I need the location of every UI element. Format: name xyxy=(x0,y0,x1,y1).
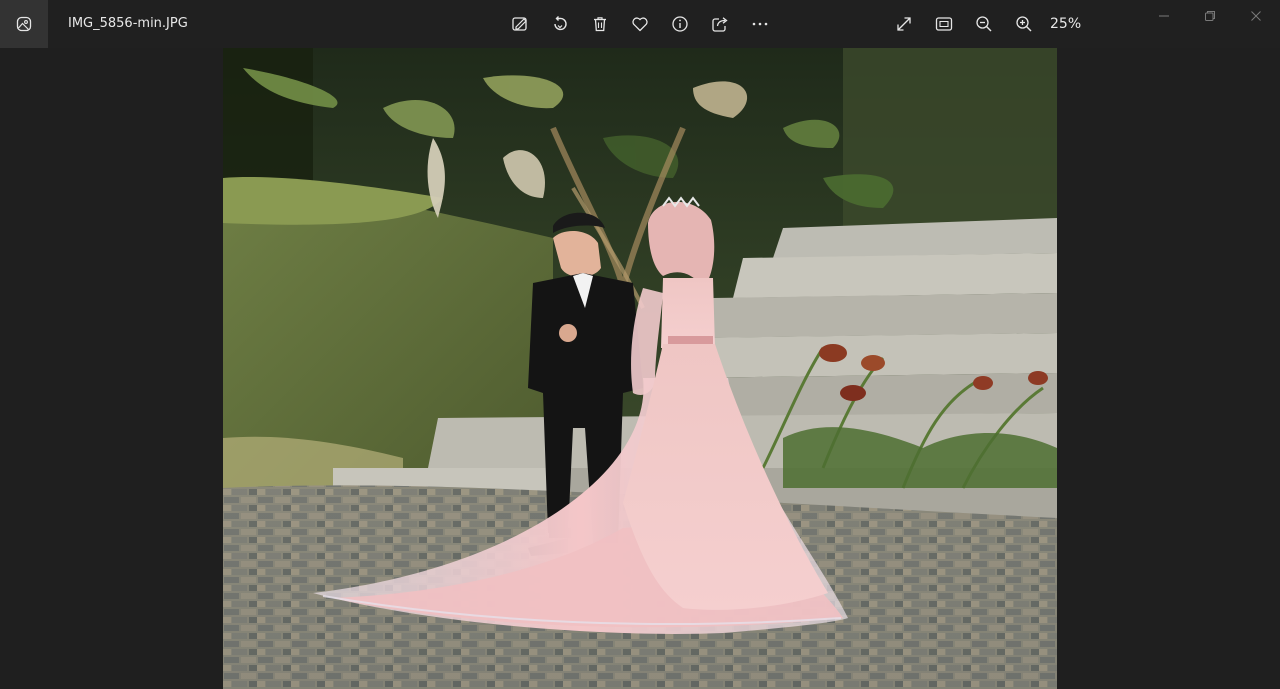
photo-view[interactable] xyxy=(223,48,1057,689)
more-icon xyxy=(752,22,768,26)
rotate-icon xyxy=(554,16,567,31)
fit-to-window-button[interactable] xyxy=(924,4,964,44)
zoom-out-button[interactable] xyxy=(964,4,1004,44)
fullscreen-button[interactable] xyxy=(884,4,924,44)
zoom-in-button[interactable] xyxy=(1004,4,1044,44)
rotate-button[interactable] xyxy=(540,4,580,44)
zoom-level[interactable]: 25% xyxy=(1050,15,1081,33)
photo-illustration xyxy=(223,48,1057,689)
edit-image-icon xyxy=(512,17,527,31)
info-button[interactable] xyxy=(660,4,700,44)
info-icon xyxy=(672,16,688,32)
title-bar: IMG_5856-min.JPG 25% xyxy=(0,0,1280,48)
edit-image-button[interactable] xyxy=(500,4,540,44)
favorite-button[interactable] xyxy=(620,4,660,44)
close-icon xyxy=(1251,11,1261,21)
share-icon xyxy=(712,17,728,32)
zoom-out-icon xyxy=(976,16,992,32)
delete-button[interactable] xyxy=(580,4,620,44)
favorite-icon xyxy=(632,17,648,32)
fit-to-window-icon xyxy=(935,17,953,31)
share-button[interactable] xyxy=(700,4,740,44)
fullscreen-icon xyxy=(897,17,911,31)
file-name: IMG_5856-min.JPG xyxy=(68,16,188,31)
delete-icon xyxy=(594,17,606,32)
zoom-in-icon xyxy=(1016,16,1032,32)
minimize-button[interactable] xyxy=(1141,0,1187,32)
photos-app-button[interactable] xyxy=(0,0,48,48)
restore-button[interactable] xyxy=(1187,0,1233,32)
minimize-icon xyxy=(1159,15,1169,17)
photos-app-icon xyxy=(16,16,32,32)
more-button[interactable] xyxy=(740,4,780,44)
close-button[interactable] xyxy=(1233,0,1279,32)
restore-icon xyxy=(1205,11,1215,21)
